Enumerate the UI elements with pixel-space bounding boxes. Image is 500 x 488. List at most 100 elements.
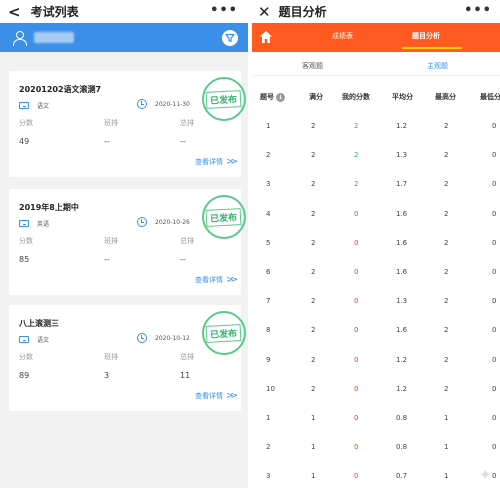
table-cell: 2	[311, 297, 316, 306]
table-cell: 1.7	[396, 180, 408, 189]
exam-list-title-bar: < 考试列表 •••	[0, 0, 248, 23]
score-label: 分数	[19, 353, 33, 361]
table-row: 4 2 0 1.6 2 0	[252, 210, 500, 224]
home-icon[interactable]	[259, 30, 273, 44]
table-cell: 2	[444, 384, 449, 393]
tab-subjective[interactable]: 主观题	[427, 61, 448, 71]
table-cell: 1	[266, 122, 271, 130]
total-rank-value: 11	[180, 371, 191, 380]
exam-subject: 语文	[37, 103, 50, 110]
close-icon[interactable]: ✕	[258, 3, 271, 21]
tab-objective[interactable]: 客观题	[302, 61, 323, 71]
table-row: 3 2 2 1.7 2 0	[252, 180, 500, 194]
table-cell: 0.8	[396, 414, 408, 422]
tab-question-analysis[interactable]: 题目分析	[412, 31, 440, 41]
column-header-question-no[interactable]: 题号 ↓	[260, 92, 285, 102]
sort-down-icon[interactable]: ↓	[276, 92, 285, 102]
table-cell: 3	[266, 472, 271, 481]
table-cell: 0	[492, 180, 497, 189]
published-stamp: 已发布	[202, 195, 246, 239]
table-cell: 0.7	[396, 472, 408, 481]
table-cell: 1	[444, 414, 449, 422]
table-cell: 0	[492, 414, 497, 422]
table-row: 8 2 0 1.6 2 0	[252, 326, 500, 340]
table-cell: 2	[444, 326, 449, 335]
page-title: 考试列表	[30, 5, 79, 19]
table-cell: 10	[266, 384, 275, 393]
book-icon	[19, 220, 29, 227]
more-icon[interactable]: •••	[210, 3, 238, 18]
table-cell: 0	[492, 472, 497, 481]
exam-card[interactable]: 20201202语文滚测7 语文 2020-11-30 已发布 分数 班排 总排…	[9, 71, 246, 177]
table-cell: 1	[444, 443, 449, 452]
column-header-highest: 最高分	[435, 93, 456, 101]
table-cell: 2	[444, 151, 449, 160]
table-cell: 2	[311, 384, 316, 393]
table-row: 10 2 0 1.2 2 0	[252, 385, 500, 399]
view-details-link[interactable]: 查看详情 >>	[195, 391, 238, 401]
score-value: 49	[19, 137, 30, 146]
published-stamp: 已发布	[202, 77, 246, 121]
table-cell: 1.6	[396, 238, 408, 247]
exam-card[interactable]: 2019年8上期中 英语 2020-10-26 已发布 分数 班排 总排 85 …	[9, 189, 246, 295]
table-row: 1 2 2 1.2 2 0	[252, 122, 500, 136]
more-icon[interactable]: •••	[464, 3, 492, 18]
table-row: 5 2 0 1.6 2 0	[252, 239, 500, 253]
table-cell: 6	[266, 268, 271, 276]
table-cell: 2	[444, 122, 449, 130]
table-cell: 2	[311, 180, 316, 189]
column-header-average: 平均分	[392, 93, 413, 101]
table-cell: 2	[311, 151, 316, 160]
table-cell: 2	[311, 326, 316, 335]
table-cell: 0	[354, 384, 359, 393]
score-value: 85	[19, 255, 30, 264]
table-cell: 3	[266, 180, 271, 189]
clock-icon	[137, 217, 147, 227]
table-cell: 8	[266, 326, 271, 335]
table-cell: 2	[266, 443, 271, 452]
view-details-link[interactable]: 查看详情 >>	[195, 157, 238, 167]
watermark: ✦	[478, 465, 492, 484]
table-row: 2 2 2 1.3 2 0	[252, 151, 500, 165]
exam-name: 八上滚测三	[19, 319, 59, 328]
table-cell: 1.6	[396, 209, 408, 218]
class-rank-label: 班排	[104, 237, 118, 245]
class-rank-label: 班排	[104, 119, 118, 127]
tab-bar: 成绩表 题目分析	[252, 23, 500, 52]
table-cell: 0	[492, 443, 497, 452]
score-value: 89	[19, 371, 30, 380]
status-badge: 已发布	[206, 207, 242, 227]
view-details-link[interactable]: 查看详情 >>	[195, 275, 238, 285]
table-cell: 2	[444, 355, 449, 364]
table-cell: 2	[311, 122, 316, 130]
table-cell: 0	[354, 414, 359, 422]
class-rank-value: --	[104, 255, 110, 264]
column-header-full-score: 满分	[309, 93, 323, 101]
table-cell: 1	[311, 472, 316, 481]
table-row: 9 2 0 1.2 2 0	[252, 356, 500, 370]
tab-score-sheet[interactable]: 成绩表	[332, 31, 353, 41]
double-chevron-right-icon: >>	[226, 157, 238, 167]
table-cell: 1.3	[396, 297, 408, 306]
table-cell: 1.2	[396, 384, 408, 393]
back-icon[interactable]: <	[8, 3, 21, 21]
question-type-tabs: 客观题 主观题	[252, 52, 500, 76]
table-cell: 0	[354, 355, 359, 364]
status-badge: 已发布	[206, 89, 242, 109]
total-rank-value: --	[180, 255, 186, 264]
exam-card[interactable]: 八上滚测三 语文 2020-10-12 已发布 分数 班排 总排 89 3 11…	[9, 305, 246, 411]
table-cell: 2	[444, 297, 449, 306]
table-row: 3 1 0 0.7 1 0	[252, 472, 500, 486]
table-cell: 0	[492, 122, 497, 130]
table-cell: 2	[266, 151, 271, 160]
user-name-blurred	[34, 32, 74, 43]
table-cell: 1	[444, 472, 449, 481]
filter-icon[interactable]	[222, 30, 238, 46]
table-cell: 1	[266, 414, 271, 422]
class-rank-label: 班排	[104, 353, 118, 361]
exam-name: 2019年8上期中	[19, 203, 79, 212]
table-cell: 2	[444, 268, 449, 276]
table-cell: 1.2	[396, 122, 408, 130]
table-cell: 0	[492, 209, 497, 218]
table-cell: 0	[492, 238, 497, 247]
